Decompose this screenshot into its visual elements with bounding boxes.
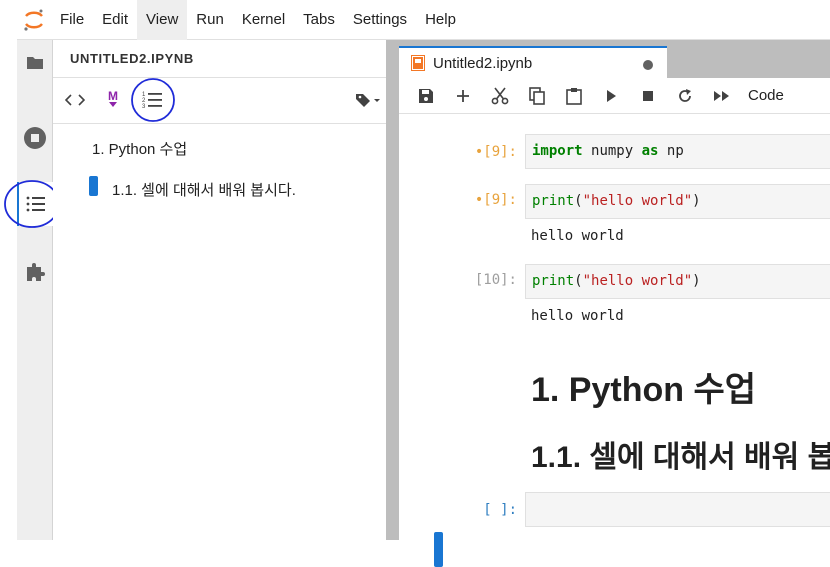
add-cell-button[interactable] [444,82,481,110]
cut-button[interactable] [481,82,518,110]
cell-output: hello world [531,308,624,324]
svg-text:M: M [108,90,118,103]
notebook-icon [411,55,425,71]
run-button[interactable] [592,82,629,110]
toc-entry-h2[interactable]: 1.1. 셀에 대해서 배워 봅시다. [112,179,296,200]
markdown-heading-1[interactable]: 1. Python 수업 [531,362,756,411]
menu-bar: File Edit View Run Kernel Tabs Settings … [17,0,830,40]
tab-label: Untitled2.ipynb [433,54,533,72]
menu-view[interactable]: View [137,0,188,40]
refresh-icon [678,88,691,102]
code-cell-input[interactable]: print("hello world") [525,264,830,299]
code-cell-input[interactable]: print("hello world") [525,184,830,219]
cell-prompt: •[9]: [474,192,517,208]
markdown-toggle-button[interactable]: M [101,86,125,114]
notebook-cells: •[9]: import numpy as np •[9]: print("he… [399,114,830,567]
code-token: import [532,143,583,159]
panel-title: UNTITLED2.IPYNB [53,40,386,78]
restart-button[interactable] [666,82,703,110]
menu-settings[interactable]: Settings [344,0,416,40]
code-token: print [532,193,575,209]
code-token: ) [692,193,701,209]
active-code-cell-input[interactable] [525,492,830,527]
paste-button[interactable] [555,82,592,110]
window-edge [0,0,17,540]
cell-output: hello world [531,228,624,244]
cell-prompt: [10]: [474,272,517,288]
clipboard-icon [565,87,582,105]
file-browser-tab[interactable] [17,40,53,84]
notebook-toolbar: Code [399,78,830,114]
fast-forward-icon [713,90,729,101]
code-token: ( [574,193,583,209]
annotation-circle-icon [131,78,175,122]
running-sessions-tab[interactable] [17,116,53,160]
markdown-heading-2[interactable]: 1.1. 셀에 대해서 배워 봅 [531,432,830,476]
toc-active-marker [89,176,98,196]
save-icon [418,88,433,103]
notebook-tab[interactable]: Untitled2.ipynb [399,46,667,78]
toc-toolbar: M 1 2 3 [53,78,386,124]
stop-icon [642,90,653,101]
copy-button[interactable] [518,82,555,110]
extension-manager-tab[interactable] [17,250,53,294]
jupyterlab-app: File Edit View Run Kernel Tabs Settings … [4,0,830,567]
toc-tab[interactable] [4,180,60,228]
code-toggle-button[interactable] [63,86,87,114]
code-icon [65,94,85,106]
play-icon [606,89,616,102]
menu-file[interactable]: File [51,0,93,40]
code-token: as [641,143,659,159]
running-icon [24,127,46,149]
code-token: print [532,273,575,289]
menu-kernel[interactable]: Kernel [233,0,294,40]
code-token: "hello world" [582,193,693,209]
run-all-button[interactable] [703,82,740,110]
menu-help[interactable]: Help [416,0,465,40]
numbering-toggle-button[interactable]: 1 2 3 [131,78,175,122]
interrupt-button[interactable] [629,82,666,110]
folder-icon [27,57,43,69]
menu-run[interactable]: Run [187,0,233,40]
toc-entry-h1[interactable]: 1. Python 수업 [92,138,187,159]
unsaved-indicator-icon[interactable] [643,60,653,70]
menu-tabs[interactable]: Tabs [294,0,344,40]
panel-splitter[interactable] [387,40,399,540]
code-token: ( [574,273,583,289]
code-cell-input[interactable]: import numpy as np [525,134,830,169]
copy-icon [528,86,545,105]
code-token: ) [692,273,701,289]
activity-bar [4,40,60,540]
tag-filter-button[interactable] [353,86,383,114]
code-token: np [666,143,684,159]
plus-icon [456,89,469,102]
notebook-area: Untitled2.ipynb Code •[9]: import numpy … [399,40,830,567]
active-cell-marker [434,532,443,567]
save-button[interactable] [407,82,444,110]
code-token: numpy [591,143,642,159]
extension-icon [27,263,45,281]
cell-prompt: •[9]: [474,144,517,160]
tag-icon [356,94,380,107]
cell-type-select[interactable]: Code [748,87,784,104]
markdown-icon: M [108,90,118,107]
cell-prompt: [ ]: [483,502,517,518]
code-token: "hello world" [582,273,693,289]
jupyter-logo-icon [17,0,51,40]
document-tab-bar: Untitled2.ipynb [399,40,830,78]
scissors-icon [491,87,508,104]
menu-edit[interactable]: Edit [93,0,137,40]
table-of-contents-panel: UNTITLED2.IPYNB M 1 2 3 1. Python 수업 1.1… [53,40,387,540]
